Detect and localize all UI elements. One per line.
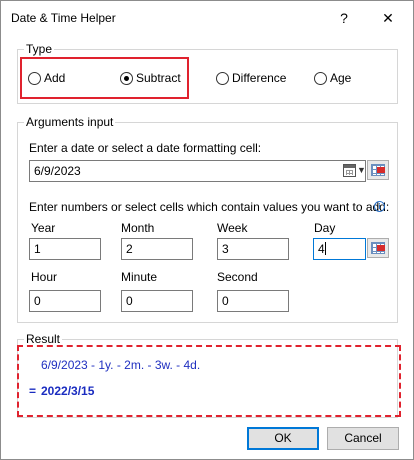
cancel-button[interactable]: Cancel — [327, 427, 399, 450]
radio-age[interactable]: Age — [314, 71, 351, 85]
radio-add-label: Add — [44, 71, 66, 85]
radio-age-label: Age — [330, 71, 352, 85]
minute-input-value: 0 — [126, 294, 133, 308]
month-input[interactable]: 2 — [121, 238, 193, 260]
arguments-group-legend: Arguments input — [26, 115, 114, 129]
radio-difference[interactable]: Difference — [216, 71, 286, 85]
radio-subtract-label: Subtract — [136, 71, 181, 85]
text-caret — [324, 242, 326, 255]
date-range-select-button[interactable] — [367, 160, 389, 180]
minute-label: Minute — [121, 270, 158, 284]
day-input-value: 4 — [318, 242, 325, 256]
year-input[interactable]: 1 — [29, 238, 101, 260]
radio-add[interactable]: Add — [28, 71, 65, 85]
day-label: Day — [314, 221, 336, 235]
close-button[interactable]: ✕ — [377, 7, 399, 29]
hour-input-value: 0 — [34, 294, 41, 308]
day-input[interactable]: 4 — [313, 238, 366, 260]
second-label: Second — [217, 270, 258, 284]
range-select-icon-mark — [377, 245, 385, 251]
second-input[interactable]: 0 — [217, 290, 289, 312]
week-label: Week — [217, 221, 248, 235]
hour-input[interactable]: 0 — [29, 290, 101, 312]
day-range-select-button[interactable] — [367, 238, 389, 258]
result-group-legend: Result — [26, 332, 61, 346]
radio-age-circle[interactable] — [314, 71, 327, 85]
minute-input[interactable]: 0 — [121, 290, 193, 312]
month-label: Month — [121, 221, 155, 235]
ok-button[interactable]: OK — [247, 427, 319, 450]
radio-add-circle[interactable] — [28, 71, 41, 85]
week-input[interactable]: 3 — [217, 238, 289, 260]
type-group-legend: Type — [26, 42, 53, 56]
year-label: Year — [31, 221, 56, 235]
title-bar: Date & Time Helper ? ✕ — [1, 1, 413, 35]
radio-subtract[interactable]: Subtract — [120, 71, 181, 85]
info-icon[interactable]: i — [374, 201, 385, 212]
date-input[interactable]: 6/9/2023 — [29, 160, 366, 182]
year-input-value: 1 — [34, 242, 41, 256]
help-button[interactable]: ? — [333, 7, 355, 29]
second-input-value: 0 — [222, 294, 229, 308]
date-time-helper-dialog: Date & Time Helper ? ✕ Type Add Subtract… — [0, 0, 414, 460]
month-input-value: 2 — [126, 242, 133, 256]
week-input-value: 3 — [222, 242, 229, 256]
result-equals: = — [29, 384, 37, 398]
radio-difference-label: Difference — [232, 71, 287, 85]
radio-difference-circle[interactable] — [216, 71, 229, 85]
result-highlight — [17, 345, 401, 417]
radio-subtract-circle[interactable] — [120, 71, 133, 85]
result-answer: 2022/3/15 — [41, 384, 95, 398]
calendar-icon[interactable] — [343, 164, 356, 177]
date-input-value: 6/9/2023 — [34, 164, 81, 178]
dropdown-arrow-icon[interactable]: ▼ — [357, 165, 366, 175]
numbers-prompt: Enter numbers or select cells which cont… — [29, 200, 390, 214]
result-expression: 6/9/2023 - 1y. - 2m. - 3w. - 4d. — [41, 358, 201, 372]
date-prompt: Enter a date or select a date formatting… — [29, 141, 262, 155]
hour-label: Hour — [31, 270, 58, 284]
window-title: Date & Time Helper — [11, 11, 116, 25]
range-select-icon-mark — [377, 167, 385, 173]
